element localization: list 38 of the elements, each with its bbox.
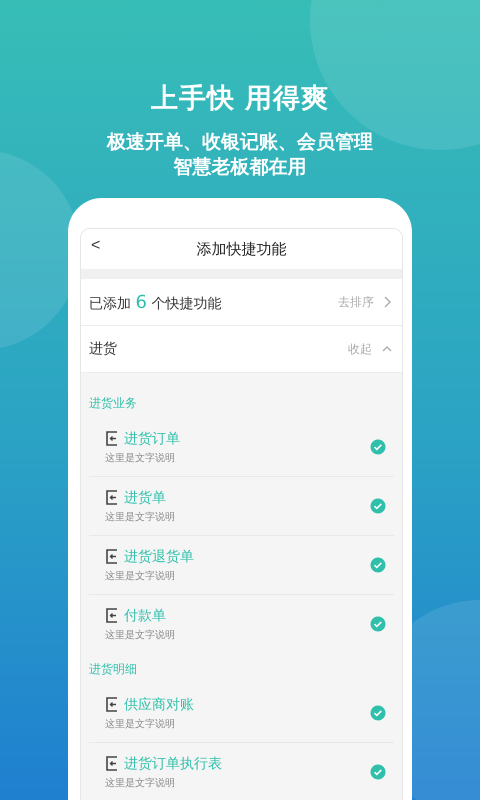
checked-icon[interactable] <box>370 705 386 721</box>
headline: 上手快 用得爽 <box>150 82 330 116</box>
feature-title[interactable]: 进货订单 <box>124 430 180 448</box>
document-icon <box>105 697 119 712</box>
tagline: 极速开单、收银记账、会员管理 <box>106 130 374 155</box>
document-icon <box>105 431 119 446</box>
document-icon <box>105 608 119 623</box>
feature-description: 这里是文字说明 <box>105 510 176 524</box>
feature-title[interactable]: 进货订单执行表 <box>124 754 222 772</box>
feature-title[interactable]: 进货单 <box>124 488 166 506</box>
feature-description: 这里是文字说明 <box>105 718 176 730</box>
added-count-row[interactable]: 已添加 6 个快捷功能 去排序 <box>81 279 402 326</box>
section-heading: 进货业务 <box>89 395 138 412</box>
category-row[interactable]: 进货 收起 <box>81 326 402 373</box>
feature-description: 这里是文字说明 <box>105 570 176 582</box>
feature-description: 这里是文字说明 <box>105 776 176 790</box>
feature-title[interactable]: 付款单 <box>124 606 166 624</box>
document-icon <box>105 490 119 505</box>
feature-description: 这里是文字说明 <box>105 452 176 464</box>
back-button[interactable]: < <box>87 237 104 255</box>
feature-title[interactable]: 供应商对账 <box>124 696 194 714</box>
document-icon <box>105 756 119 771</box>
checked-icon[interactable] <box>370 439 386 455</box>
checked-icon[interactable] <box>370 616 386 632</box>
feature-title[interactable]: 进货退货单 <box>124 548 194 566</box>
section-heading: 进货明细 <box>89 661 138 678</box>
sort-link[interactable]: 去排序 <box>338 294 374 310</box>
tagline: 智慧老板都在用 <box>172 155 308 180</box>
screen-title: 添加快捷功能 <box>196 240 286 258</box>
feature-description: 这里是文字说明 <box>105 628 176 642</box>
collapse-link[interactable]: 收起 <box>348 340 372 358</box>
added-count-text: 已添加 6 个快捷功能 <box>89 292 222 312</box>
checked-icon[interactable] <box>370 764 386 780</box>
chevron-right-icon <box>384 296 392 308</box>
category-name: 进货 <box>89 340 118 358</box>
document-icon <box>105 549 119 564</box>
checked-icon[interactable] <box>370 498 386 514</box>
checked-icon[interactable] <box>370 557 386 573</box>
